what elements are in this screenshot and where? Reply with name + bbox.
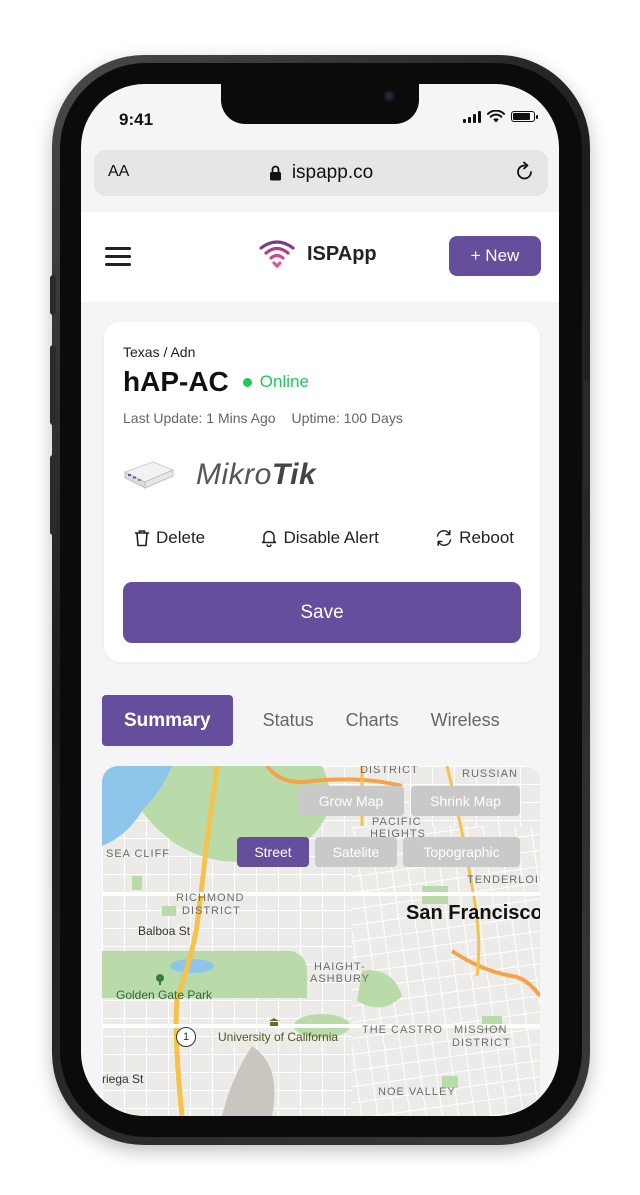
ispapp-wifi-logo-icon [259, 240, 295, 268]
map-label: RICHMOND [176, 892, 245, 904]
park-pin-icon [156, 974, 164, 985]
reboot-label: Reboot [459, 528, 514, 547]
status-badge: Online [259, 372, 309, 391]
map-label: DISTRICT [360, 766, 419, 776]
map-style-satellite[interactable]: Satelite [315, 837, 397, 867]
grow-map-button[interactable]: Grow Map [298, 786, 404, 816]
map-label: TENDERLOIN [467, 874, 540, 886]
wifi-icon [487, 110, 505, 123]
last-update: Last Update: 1 Mins Ago [123, 410, 276, 426]
url-display[interactable]: ispapp.co [94, 162, 548, 184]
map-label-street: riega St [102, 1072, 144, 1086]
menu-icon[interactable] [105, 247, 131, 267]
status-icons [463, 110, 538, 123]
trash-icon [134, 530, 150, 547]
volume-down-button [50, 455, 56, 535]
map-label-park: Golden Gate Park [116, 988, 213, 1002]
map-label: PACIFIC [372, 816, 422, 828]
reload-icon[interactable] [514, 161, 536, 183]
notch [221, 84, 419, 124]
map-label: SEA CLIFF [106, 848, 171, 860]
brand-name: ISPApp [307, 242, 377, 265]
phone-screen: 9:41 AA ispapp.co ISPApp + New Texas / A… [81, 84, 559, 1116]
device-name: hAP-AC [123, 366, 229, 397]
map-view[interactable]: DISTRICT RUSSIAN PACIFIC HEIGHTS SEA CLI… [102, 766, 540, 1116]
map-label: DISTRICT [452, 1037, 511, 1049]
volume-up-button [50, 345, 56, 425]
save-button[interactable]: Save [123, 582, 521, 643]
map-label: NOE VALLEY [378, 1086, 456, 1098]
mute-switch [50, 275, 56, 315]
uptime: Uptime: 100 Days [291, 410, 403, 426]
route-1-shield-icon: 1 [176, 1027, 196, 1047]
status-time: 9:41 [119, 110, 154, 129]
map-style-street[interactable]: Street [237, 837, 309, 867]
lock-icon [269, 165, 281, 181]
map-label-street: Balboa St [138, 924, 191, 938]
address-bar[interactable]: AA ispapp.co [94, 150, 548, 196]
tab-wireless[interactable]: Wireless [431, 710, 500, 731]
map-tiles [102, 766, 540, 1116]
breadcrumb[interactable]: Texas / Adn [123, 344, 195, 360]
delete-label: Delete [156, 528, 206, 547]
url-text: ispapp.co [291, 162, 374, 183]
bell-icon [262, 530, 277, 547]
device-card: Texas / Adn hAP-AC Online Last Update: 1… [104, 322, 540, 662]
map-label: MISSION [454, 1024, 508, 1036]
new-button[interactable]: + New [449, 236, 541, 276]
map-label: DISTRICT [182, 905, 241, 917]
reboot-icon [436, 530, 452, 546]
cellular-signal-icon [463, 110, 481, 123]
reboot-button[interactable]: Reboot [435, 528, 514, 548]
mikrotik-logo: MikroTik [196, 458, 317, 491]
map-label-poi: University of California [218, 1030, 339, 1044]
device-actions: Delete Disable Alert Reboot [134, 528, 514, 548]
tab-status[interactable]: Status [263, 710, 314, 731]
delete-button[interactable]: Delete [134, 528, 205, 548]
router-device-image [123, 461, 175, 489]
disable-alert-button[interactable]: Disable Alert [261, 528, 379, 548]
device-meta: Last Update: 1 Mins Ago Uptime: 100 Days [123, 410, 403, 426]
map-label: THE CASTRO [362, 1024, 443, 1036]
battery-icon [511, 111, 538, 122]
app-header: ISPApp + New [81, 212, 559, 302]
tab-summary[interactable]: Summary [102, 694, 233, 746]
map-label: HAIGHT- [314, 961, 366, 973]
tab-charts[interactable]: Charts [346, 710, 399, 731]
tab-bar: Summary Status Charts Wireless [102, 694, 559, 746]
map-style-topographic[interactable]: Topographic [403, 837, 520, 867]
power-button [584, 380, 590, 490]
university-icon [269, 1018, 279, 1026]
map-label-city: San Francisco [406, 902, 540, 924]
disable-alert-label: Disable Alert [283, 528, 379, 547]
online-status-icon [242, 377, 252, 387]
camera-icon [385, 92, 393, 100]
device-title: hAP-AC Online [123, 366, 309, 398]
map-label: RUSSIAN [462, 768, 518, 780]
brand-logo[interactable]: ISPApp [259, 240, 377, 268]
map-label: ASHBURY [310, 973, 370, 985]
shrink-map-button[interactable]: Shrink Map [411, 786, 520, 816]
